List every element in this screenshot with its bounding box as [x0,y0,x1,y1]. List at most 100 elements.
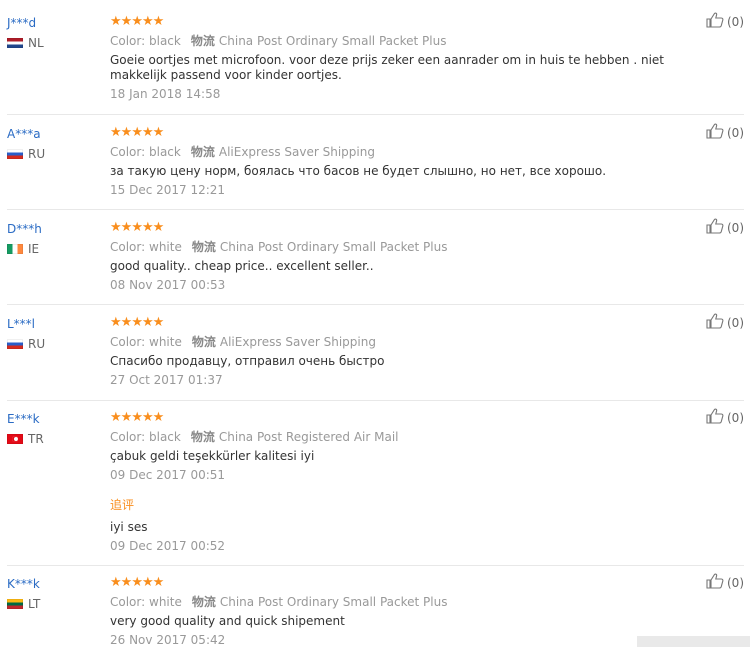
review-meta: Color: white 物流 AliExpress Saver Shipping [110,334,700,350]
color-label: Color: [110,34,146,48]
thumbs-up-icon[interactable] [706,123,727,142]
star-rating: ★★★★★ [110,576,700,590]
helpful-count: (0) [727,14,744,29]
review-meta: Color: white 物流 China Post Ordinary Small … [110,594,700,610]
followup-text: iyi ses [110,520,148,534]
thumbs-up-icon[interactable] [706,218,727,237]
star-icon: ★ [152,220,165,235]
flag-icon [7,339,23,349]
reviewer-name[interactable]: E***k [7,411,44,427]
followup-date: 09 Dec 2017 00:52 [110,539,226,553]
reviewer-info: E***k TR [7,411,44,446]
country-code: NL [28,36,44,50]
color-value: white [149,335,182,349]
star-icon: ★ [110,14,122,29]
shipping-method: AliExpress Saver Shipping [219,335,376,349]
star-icon: ★ [152,125,165,140]
color-value: black [149,145,181,159]
reviewer-country: NL [7,36,44,50]
review-date: 18 Jan 2018 14:58 [110,87,221,101]
thumbs-up-icon[interactable] [706,573,727,592]
helpful-button[interactable]: (0) [706,408,744,427]
review-text: Goeie oortjes met microfoon. voor deze p… [110,53,665,82]
star-icon: ★ [131,410,143,425]
thumbs-up-icon[interactable] [706,408,727,427]
flag-icon [7,434,23,444]
review-date: 15 Dec 2017 12:21 [110,183,226,197]
star-icon: ★ [110,315,122,330]
star-rating: ★★★★★ [110,316,700,330]
review-meta: Color: white 物流 China Post Ordinary Small … [110,239,700,255]
flag-icon [7,599,23,609]
reviewer-name[interactable]: D***h [7,221,42,237]
reviewer-country: IE [7,242,42,256]
star-icon: ★ [141,220,154,235]
thumbs-up-icon[interactable] [706,12,727,31]
country-code: LT [28,597,41,611]
review-date: 09 Dec 2017 00:51 [110,468,226,482]
helpful-count: (0) [727,125,744,140]
shipping-label: 物流 [190,34,215,48]
star-icon: ★ [141,410,154,425]
review-body: ★★★★★ Color: black 物流 China Post Ordinary S… [110,15,700,102]
scroll-indicator[interactable] [637,636,750,647]
star-icon: ★ [110,125,122,140]
color-label: Color: [110,240,146,254]
color-value: black [149,430,181,444]
star-icon: ★ [120,14,133,29]
star-rating: ★★★★★ [110,221,700,235]
color-value: white [149,595,182,609]
star-icon: ★ [131,125,143,140]
star-icon: ★ [152,575,165,590]
review-text: çabuk geldi teşekkürler kalitesi iyi [110,449,315,463]
helpful-count: (0) [727,315,744,330]
shipping-label: 物流 [191,335,216,349]
star-icon: ★ [141,14,154,29]
reviewer-country: TR [7,432,44,446]
star-icon: ★ [120,410,133,425]
reviewer-name[interactable]: J***d [7,15,44,31]
helpful-button[interactable]: (0) [706,12,744,31]
reviewer-name[interactable]: A***a [7,126,45,142]
shipping-method: China Post Ordinary Small Packet Plus [219,595,448,609]
star-icon: ★ [110,575,122,590]
flag-icon [7,244,23,254]
helpful-button[interactable]: (0) [706,123,744,142]
color-label: Color: [110,595,146,609]
thumbs-up-icon[interactable] [706,313,727,332]
reviewer-country: RU [7,147,45,161]
review-date: 26 Nov 2017 05:42 [110,633,226,647]
helpful-button[interactable]: (0) [706,218,744,237]
shipping-method: China Post Ordinary Small Packet Plus [219,240,448,254]
reviewer-info: J***d NL [7,15,44,50]
reviewer-info: D***h IE [7,221,42,256]
review-divider [7,565,744,566]
helpful-count: (0) [727,410,744,425]
reviewer-info: K***k LT [7,576,40,611]
star-icon: ★ [131,575,143,590]
star-icon: ★ [120,315,133,330]
star-icon: ★ [152,14,165,29]
review-text: very good quality and quick shipement [110,614,345,628]
review-divider [7,400,744,401]
star-rating: ★★★★★ [110,15,700,29]
review-body: ★★★★★ Color: black 物流 China Post Registered… [110,411,700,554]
helpful-button[interactable]: (0) [706,573,744,592]
helpful-button[interactable]: (0) [706,313,744,332]
color-label: Color: [110,430,146,444]
helpful-count: (0) [727,220,744,235]
star-icon: ★ [152,410,165,425]
shipping-method: AliExpress Saver Shipping [218,145,375,159]
review-date: 27 Oct 2017 01:37 [110,373,223,387]
review-date: 08 Nov 2017 00:53 [110,278,226,292]
review-body: ★★★★★ Color: white 物流 China Post Ordinary S… [110,221,700,293]
star-icon: ★ [141,125,154,140]
reviewer-name[interactable]: L***l [7,316,45,332]
reviewer-name[interactable]: K***k [7,576,40,592]
review-body: ★★★★★ Color: white 物流 AliExpress Saver Ship… [110,316,700,388]
country-code: RU [28,147,46,161]
color-value: white [149,240,182,254]
star-icon: ★ [110,220,122,235]
star-icon: ★ [131,315,143,330]
review-meta: Color: black 物流 China Post Registered Air … [110,429,700,445]
